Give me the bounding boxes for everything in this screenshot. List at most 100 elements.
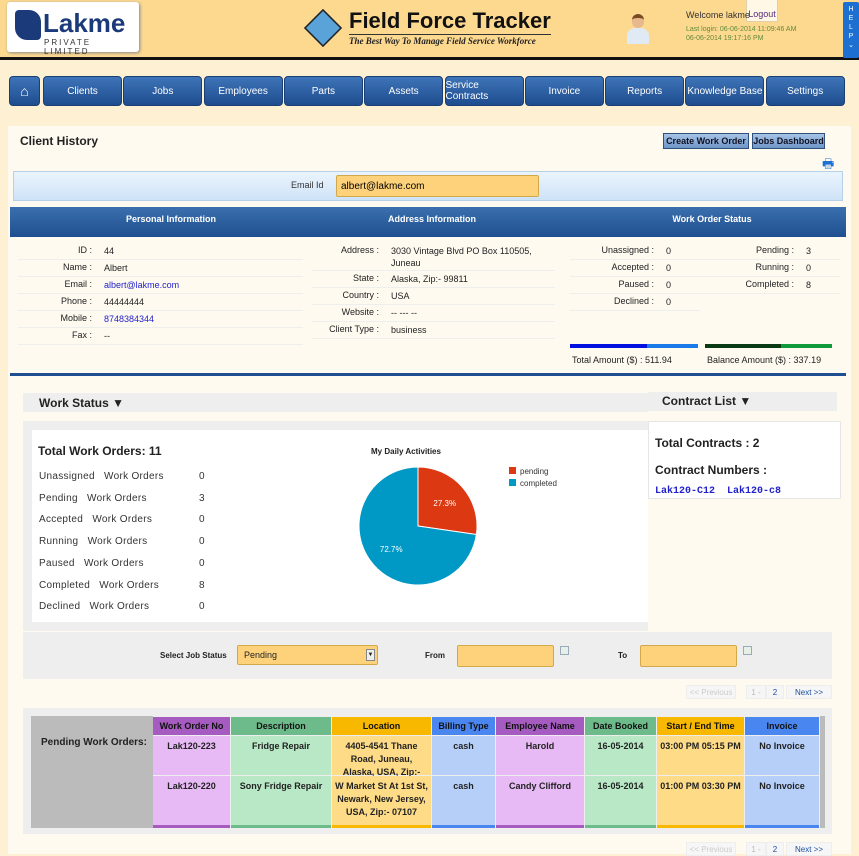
table-scrollbar[interactable] — [820, 716, 825, 828]
job-status-select[interactable]: Pending ▼ — [237, 645, 378, 665]
work-status-count: 0 — [199, 557, 205, 569]
work-status-toggle[interactable]: Work Status ▼ — [23, 393, 648, 412]
info-value: 44 — [104, 246, 115, 256]
table-cell: No Invoice — [745, 776, 819, 828]
app-brand: Field Force Tracker The Best Way To Manag… — [303, 8, 563, 50]
column-footer — [153, 825, 230, 828]
work-status-label: Accepted Work Orders — [39, 514, 153, 526]
info-label: Fax : — [18, 330, 98, 340]
info-value: 3 — [806, 246, 812, 256]
info-row: Website : -- --- -- — [312, 305, 555, 322]
from-date-input[interactable] — [457, 645, 554, 667]
info-value[interactable]: albert@lakme.com — [98, 279, 303, 291]
nav-assets[interactable]: Assets — [364, 76, 444, 106]
contract-list-toggle[interactable]: Contract List ▼ — [648, 392, 837, 411]
info-value: 44444444 — [104, 297, 145, 307]
info-key: Completed — [745, 279, 789, 289]
info-key: ID — [77, 245, 87, 255]
nav-clients[interactable]: Clients — [43, 76, 122, 106]
info-label: State : — [312, 273, 385, 283]
technician-icon — [303, 8, 343, 48]
calendar-icon[interactable] — [743, 646, 752, 655]
welcome-text: Welcome lakme — [686, 10, 750, 20]
info-key: Mobile — [60, 313, 87, 323]
colon: : — [648, 245, 654, 255]
to-date-input[interactable] — [640, 645, 737, 667]
contract-link[interactable]: Lak120-C12 — [655, 486, 715, 497]
nav-settings[interactable]: Settings — [765, 76, 845, 106]
legend-label: completed — [520, 479, 557, 488]
nav-parts[interactable]: Parts — [283, 76, 363, 106]
page-1-link[interactable]: 1 - — [746, 685, 766, 699]
work-order-link[interactable]: Lak120-220 — [153, 776, 230, 828]
create-work-order-button[interactable]: Create Work Order — [663, 133, 749, 149]
work-order-link[interactable]: Lak120-223 — [153, 736, 230, 775]
work-status-label: Pending Work Orders — [39, 492, 147, 504]
column-footer — [231, 825, 331, 828]
colon: : — [373, 273, 379, 283]
chart-title: My Daily Activities — [371, 447, 442, 456]
info-label: Client Type : — [312, 324, 385, 334]
logout-button[interactable]: Logout — [746, 0, 778, 22]
page-2-link[interactable]: 2 — [766, 685, 784, 699]
last-login-text: Last login: 06-06-2014 11:09:46 AM — [686, 26, 797, 33]
nav-jobs[interactable]: Jobs — [123, 76, 203, 106]
info-key: Country — [342, 290, 374, 300]
info-label: Running : — [700, 262, 800, 272]
work-status-label: Declined Work Orders — [39, 601, 150, 613]
legend-label: pending — [520, 467, 548, 476]
info-row: Fax : -- — [18, 328, 303, 345]
page-title: Client History — [20, 134, 99, 148]
info-label: Paused : — [570, 279, 660, 289]
pending-orders-label: Pending Work Orders: — [31, 716, 153, 828]
work-order-status-heading: Work Order Status — [672, 214, 752, 224]
column-header: Date Booked — [585, 717, 656, 735]
info-row: Unassigned : 0 — [570, 243, 700, 260]
info-key: Running — [755, 262, 789, 272]
next-page-button[interactable]: Next >> — [786, 685, 832, 699]
contract-link[interactable]: Lak120-c8 — [727, 486, 781, 497]
column-header: Invoice — [745, 717, 819, 735]
info-value: 0 — [666, 297, 672, 307]
previous-page-button[interactable]: << Previous — [686, 685, 736, 699]
info-label: Country : — [312, 290, 385, 300]
colon: : — [86, 296, 92, 306]
nav-invoice[interactable]: Invoice — [524, 76, 604, 106]
info-label: Unassigned : — [570, 245, 660, 255]
home-button[interactable]: ⌂ — [9, 76, 40, 106]
address-info-heading: Address Information — [387, 214, 476, 224]
email-input[interactable] — [336, 175, 539, 197]
contract-list-panel: Total Contracts : 2 Contract Numbers : L… — [648, 421, 841, 499]
info-label: Pending : — [700, 245, 800, 255]
nav-service-contracts[interactable]: Service Contracts — [444, 76, 524, 106]
info-label: Address : — [312, 245, 385, 255]
table-cell: 16-05-2014 — [585, 736, 656, 775]
jobs-dashboard-button[interactable]: Jobs Dashboard — [752, 133, 825, 149]
calendar-icon[interactable] — [560, 646, 569, 655]
info-row: Country : USA — [312, 288, 555, 305]
colon: : — [788, 262, 794, 272]
nav-employees[interactable]: Employees — [203, 76, 283, 106]
user-avatar — [627, 14, 649, 44]
info-key: Fax — [71, 330, 87, 340]
nav-reports[interactable]: Reports — [605, 76, 685, 106]
info-label: ID : — [18, 245, 98, 255]
info-key: Address — [340, 245, 374, 255]
table-cell: Fridge Repair — [231, 736, 331, 775]
info-label: Website : — [312, 307, 385, 317]
info-row: Phone : 44444444 — [18, 294, 303, 311]
work-status-count: 0 — [199, 471, 205, 482]
app-tagline: The Best Way To Manage Field Service Wor… — [349, 36, 536, 46]
info-value[interactable]: 8748384344 — [98, 313, 303, 325]
total-work-orders: Total Work Orders: 11 — [38, 444, 162, 458]
info-key: Phone — [60, 296, 87, 306]
colon: : — [648, 279, 654, 289]
colon: : — [86, 279, 92, 289]
colon: : — [648, 262, 654, 272]
table-cell: 03:00 PM 05:15 PM — [657, 736, 744, 775]
help-tab[interactable]: HELP ⌄ — [843, 2, 859, 58]
nav-knowledge-base[interactable]: Knowledge Base — [685, 76, 765, 106]
table-cell: 4405-4541 Thane Road, Juneau, Alaska, US… — [332, 736, 431, 790]
job-status-label: Select Job Status — [160, 651, 227, 660]
colon: : — [648, 296, 654, 306]
